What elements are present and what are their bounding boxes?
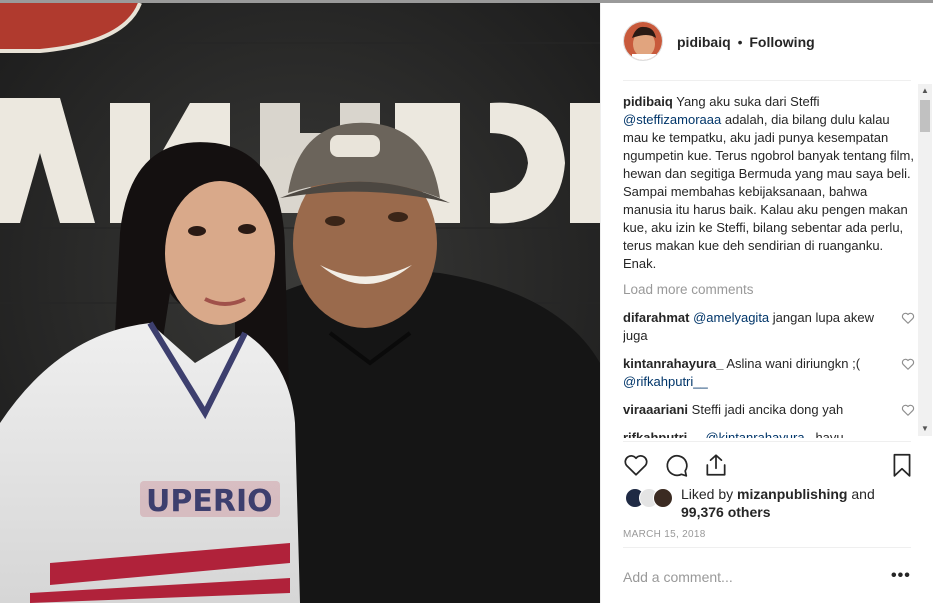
avatar [653,488,673,508]
likes-connector: and [851,486,875,502]
comment-username[interactable]: rifkahputri__ [623,430,702,438]
post-side-panel: pidibaiq • Following pidibaiq Yang aku s… [600,3,933,603]
likes-text: Liked by mizanpublishing and 99,376 othe… [681,485,921,521]
list-item: kintanrahayura_ Aslina wani diriungkn ;(… [623,355,915,391]
likes-prefix: Liked by [681,486,734,502]
heart-icon[interactable] [901,357,915,371]
comment-username[interactable]: kintanrahayura_ [623,356,723,371]
post-date[interactable]: MARCH 15, 2018 [623,529,706,540]
date-divider [623,547,911,548]
comment-text: Steffi jadi ancika dong yah [691,402,844,417]
liker-avatars[interactable] [625,488,681,510]
comment-username[interactable]: viraaariani [623,402,688,417]
caption-mention[interactable]: @steffizamoraaa [623,112,721,127]
list-item: viraaariani Steffi jadi ancika dong yah [623,401,915,419]
likes-count-link[interactable]: 99,376 others [681,504,771,520]
comment-icon[interactable] [663,452,689,478]
comment-username[interactable]: difarahmat [623,310,689,325]
comment-text: hayu [815,430,844,438]
post-photo-image: UPERIO [0,3,600,603]
list-item: difarahmat @amelyagita jangan lupa akew … [623,309,915,345]
comments-list: pidibaiq Yang aku suka dari Steffi @stef… [623,93,915,438]
comment-mention[interactable]: @amelyagita [693,310,769,325]
header-divider [623,80,911,81]
post-photo[interactable]: UPERIO [0,3,600,603]
caption-username[interactable]: pidibaiq [623,94,673,109]
comments-divider [623,441,911,442]
post-caption: pidibaiq Yang aku suka dari Steffi @stef… [623,93,915,273]
heart-icon[interactable] [623,452,649,478]
likes-summary: Liked by mizanpublishing and 99,376 othe… [625,485,915,521]
post-actions [623,449,913,479]
list-item: rifkahputri__ @kintanrahayura_ hayu [623,429,915,438]
more-options-icon[interactable]: ••• [891,567,911,585]
bookmark-icon[interactable] [889,452,915,478]
post-author-username[interactable]: pidibaiq [677,34,731,50]
comment-mention[interactable]: @kintanrahayura_ [705,430,811,438]
caption-text-start: Yang aku suka dari Steffi [676,94,820,109]
following-button[interactable]: Following [749,34,814,50]
svg-text:UPERIO: UPERIO [146,484,273,519]
comments-scrollbar[interactable]: ▲ ▼ [918,84,932,436]
add-comment-input[interactable]: Add a comment... [623,569,733,585]
scroll-down-icon[interactable]: ▼ [918,422,932,436]
heart-icon[interactable] [901,311,915,325]
post-author-line: pidibaiq • Following [677,34,815,50]
scroll-thumb[interactable] [920,100,930,132]
post-header: pidibaiq • Following [601,3,933,80]
avatar[interactable] [623,21,663,61]
header-separator: • [737,34,743,50]
comment-text: Aslina wani diriungkn ;( [726,356,861,371]
load-more-comments-button[interactable]: Load more comments [623,281,915,299]
likes-user-link[interactable]: mizanpublishing [737,486,847,502]
scroll-up-icon[interactable]: ▲ [918,84,932,98]
comment-mention[interactable]: @rifkahputri__ [623,374,708,389]
share-icon[interactable] [703,452,729,478]
heart-icon[interactable] [901,403,915,417]
caption-text-end: adalah, dia bilang dulu kalau mau ke tem… [623,112,914,271]
